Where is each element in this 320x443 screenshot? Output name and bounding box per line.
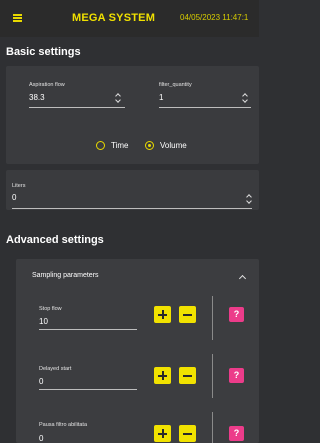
stop-flow-label: Stop flow (39, 306, 62, 312)
delayed-start-label: Delayed start (39, 366, 72, 372)
basic-settings-title: Basic settings (6, 46, 81, 58)
liters-underline (12, 208, 252, 209)
help-icon: ? (233, 309, 240, 319)
liters-label: Liters (12, 183, 26, 189)
stop-flow-minus-button[interactable] (179, 306, 196, 323)
liters-input[interactable]: 0 (12, 193, 16, 202)
help-icon: ? (233, 428, 240, 438)
volume-radio[interactable] (145, 141, 154, 150)
filter-quantity-input[interactable]: 1 (159, 93, 163, 102)
pausa-filtro-input[interactable]: 0 (39, 434, 43, 443)
delayed-start-plus-button[interactable] (154, 367, 171, 384)
delayed-start-input[interactable]: 0 (39, 377, 43, 386)
liters-stepper[interactable] (246, 194, 252, 204)
filter-quantity-label: filter_quantity (159, 82, 192, 88)
aspiration-flow-label: Aspiration flow (29, 82, 65, 88)
app-title: MEGA SYSTEM (72, 12, 156, 24)
delayed-start-minus-button[interactable] (179, 367, 196, 384)
stop-flow-underline (39, 329, 137, 330)
time-radio-label: Time (111, 141, 129, 150)
stop-flow-input[interactable]: 10 (39, 317, 48, 326)
sampling-parameters-title[interactable]: Sampling parameters (32, 272, 99, 279)
aspiration-flow-stepper[interactable] (115, 93, 121, 103)
collapse-caret-icon[interactable] (238, 274, 247, 283)
filter-quantity-stepper[interactable] (242, 93, 248, 103)
sampling-parameters-panel: Sampling parameters Stop flow 10 ? Delay… (16, 259, 259, 443)
stop-flow-divider (212, 296, 213, 340)
delayed-start-divider (212, 354, 213, 398)
pausa-filtro-divider (212, 412, 213, 443)
menu-icon[interactable] (13, 14, 22, 22)
stop-flow-plus-button[interactable] (154, 306, 171, 323)
volume-radio-label: Volume (160, 141, 187, 150)
delayed-start-underline (39, 389, 137, 390)
pausa-filtro-plus-button[interactable] (154, 425, 171, 442)
stop-flow-help-button[interactable]: ? (229, 307, 244, 322)
aspiration-flow-underline (29, 107, 125, 108)
datetime-display: 04/05/2023 11:47:1 (180, 13, 249, 22)
basic-settings-card: Aspiration flow 38.3 filter_quantity 1 T… (6, 66, 259, 164)
pausa-filtro-label: Pausa filtro abilitata (39, 422, 87, 428)
pausa-filtro-help-button[interactable]: ? (229, 426, 244, 441)
app-header: MEGA SYSTEM 04/05/2023 11:47:1 (0, 0, 259, 37)
time-radio[interactable] (96, 141, 105, 150)
delayed-start-help-button[interactable]: ? (229, 368, 244, 383)
filter-quantity-underline (159, 107, 251, 108)
advanced-settings-title: Advanced settings (6, 234, 104, 246)
aspiration-flow-input[interactable]: 38.3 (29, 93, 45, 102)
help-icon: ? (233, 370, 240, 380)
liters-card: Liters 0 (6, 170, 259, 210)
pausa-filtro-minus-button[interactable] (179, 425, 196, 442)
